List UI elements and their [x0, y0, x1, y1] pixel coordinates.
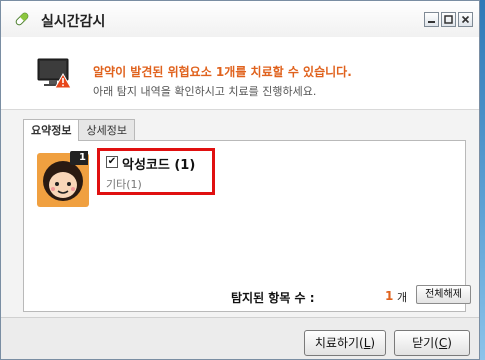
- detected-count-label: 탐지된 항목 수 :: [231, 291, 315, 305]
- instruction-message: 아래 탐지 내역을 확인하시고 치료를 진행하세요.: [93, 85, 317, 98]
- treat-button[interactable]: 치료하기(L): [304, 330, 386, 356]
- minimize-icon[interactable]: [424, 12, 439, 27]
- detected-count-unit: 개: [397, 291, 408, 304]
- alyac-pill-icon: [15, 12, 29, 26]
- treat-button-label: 치료하기(: [314, 336, 364, 350]
- realtime-monitor-window: 실시간감시 알약이 발견된 위협요소 1개를 치료할 수 있습니다. 아래 탐지…: [0, 0, 480, 360]
- tab-bar: 요약정보 상세정보: [23, 119, 135, 141]
- treat-button-paren: ): [370, 336, 376, 350]
- detected-count-value: 1: [385, 289, 394, 303]
- window-controls: [424, 12, 473, 27]
- maximize-icon[interactable]: [441, 12, 456, 27]
- close-button-shortcut: C: [438, 336, 448, 350]
- alert-header: 알약이 발견된 위협요소 1개를 치료할 수 있습니다. 아래 탐지 내역을 확…: [1, 37, 479, 110]
- threat-found-message: 알약이 발견된 위협요소 1개를 치료할 수 있습니다.: [93, 65, 352, 79]
- tab-details[interactable]: 상세정보: [78, 119, 135, 140]
- detected-count-row: 탐지된 항목 수 : 1 개 전체해제: [23, 283, 471, 307]
- dialog-footer: 치료하기(L) 닫기(C): [1, 317, 479, 359]
- close-button-paren: ): [447, 336, 452, 350]
- malware-item-subtitle: 기타(1): [106, 178, 142, 191]
- malware-item-title[interactable]: 악성코드 (1): [122, 154, 195, 173]
- close-button-label: 닫기(: [412, 336, 439, 350]
- close-button[interactable]: 닫기(C): [394, 330, 470, 356]
- threat-count-badge: 1: [70, 151, 88, 165]
- tab-summary[interactable]: 요약정보: [23, 119, 80, 141]
- monitor-warning-icon: [37, 58, 72, 89]
- close-icon[interactable]: [458, 12, 473, 27]
- window-title: 실시간감시: [41, 14, 106, 30]
- clear-all-button[interactable]: 전체해제: [416, 285, 471, 304]
- malware-checkbox[interactable]: ✔: [106, 156, 118, 168]
- title-bar[interactable]: 실시간감시: [1, 1, 479, 37]
